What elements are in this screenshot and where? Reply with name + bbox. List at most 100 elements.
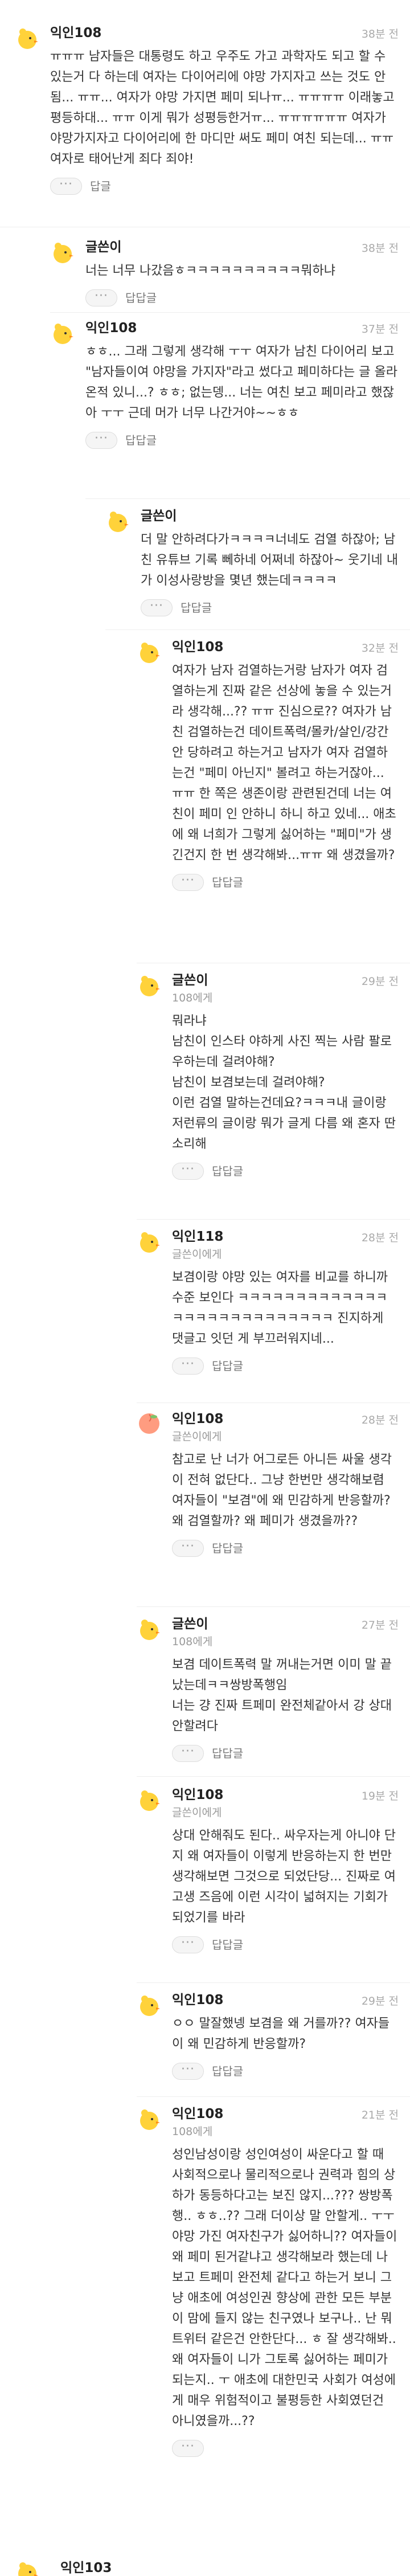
divider: [85, 498, 410, 499]
comment: 익인108 32분 전 여자가 남자 검열하는거랑 남자가 여자 검열하는게 진…: [137, 638, 399, 957]
comment-author[interactable]: 글쓴이: [85, 238, 399, 256]
comment: 익인108 28분 전 글쓴이에게 참고로 난 너가 어그로든 아니든 싸울 생…: [137, 1410, 399, 1604]
comment-thread: 익인108 38분 전 ㅠㅠㅠ 남자들은 대통령도 하고 우주도 가고 과학자도…: [0, 0, 410, 2576]
reply-button[interactable]: 답답글: [125, 289, 157, 306]
reply-button[interactable]: 답답글: [212, 1540, 243, 1557]
more-options-button[interactable]: ···: [85, 289, 117, 306]
comment-text: 더 말 안하려다가ㅋㅋㅋㅋ너네도 검열 하잖아; 남친 유튜브 기록 뻬하네 어…: [141, 533, 398, 588]
more-options-button[interactable]: ···: [172, 2063, 204, 2080]
more-options-button[interactable]: ···: [172, 874, 204, 891]
comment-author[interactable]: 글쓴이: [141, 507, 399, 525]
more-options-button[interactable]: ···: [172, 1745, 204, 1762]
avatar[interactable]: [137, 972, 162, 997]
comment-text: ㅠㅠㅠ 남자들은 대통령도 하고 우주도 가고 과학자도 되고 할 수 있는거 …: [50, 50, 395, 166]
chick-avatar-icon: [54, 243, 73, 263]
reply-button[interactable]: 답답글: [212, 1745, 243, 1762]
comment-time: 28분 전: [361, 1232, 399, 1244]
comment-time: 37분 전: [361, 323, 399, 336]
divider: [137, 1606, 410, 1607]
avatar[interactable]: [105, 508, 130, 533]
avatar[interactable]: [137, 1616, 162, 1641]
more-options-button[interactable]: ···: [141, 599, 173, 616]
chick-avatar-icon: [109, 512, 129, 532]
divider: [105, 629, 410, 630]
more-options-button[interactable]: ···: [172, 2440, 204, 2457]
reply-button[interactable]: 답답글: [125, 432, 157, 449]
comment: 익인108 29분 전 ㅇㅇ 말잘했넹 보겸을 왜 거를까?? 여자들이 왜 민…: [137, 1991, 399, 2099]
more-options-button[interactable]: ···: [50, 178, 82, 195]
comment-time: 19분 전: [361, 1790, 399, 1802]
divider: [137, 2096, 410, 2097]
avatar[interactable]: [137, 639, 162, 664]
comment-time: 27분 전: [361, 1619, 399, 1632]
comment: 글쓴이 더 말 안하려다가ㅋㅋㅋㅋ너네도 검열 하잖아; 남친 유튜브 기록 뻬…: [105, 507, 399, 641]
comment-time: 38분 전: [361, 242, 399, 255]
reply-button[interactable]: 답답글: [212, 1163, 243, 1180]
divider: [137, 1776, 410, 1777]
peach-avatar-icon: [139, 1413, 159, 1434]
avatar[interactable]: [50, 239, 75, 264]
chick-avatar-icon: [140, 2109, 160, 2130]
comment-text: 보겸이랑 야망 있는 여자를 비교를 하니까 수준 보인다 ㅋㅋㅋㅋㅋㅋㅋㅋㅋㅋ…: [172, 1270, 388, 1346]
comment-text: 보겸 데이트폭력 말 꺼내는거면 이미 말 끝났는데ㅋㅋ쌍방폭행임 너는 걍 진…: [172, 1658, 392, 1733]
comment-text: ㅇㅇ 말잘했넹 보겸을 왜 거를까?? 여자들이 왜 민감하게 반응할까?: [172, 2017, 390, 2051]
comment-text: 참고로 난 너가 어그로든 아니든 싸울 생각이 전혀 없단다.. 그냥 한번만…: [172, 1453, 392, 1528]
comment-text: 뭐라냐 남친이 인스타 야하게 사진 찍는 사람 팔로우하는데 걸려야해? 남친…: [172, 1014, 396, 1151]
comment: 익인118 28분 전 글쓴이에게 보겸이랑 야망 있는 여자를 비교를 하니까…: [137, 1228, 399, 1399]
comment-time: 29분 전: [361, 1995, 399, 2007]
reply-button[interactable]: 답답글: [212, 2063, 243, 2080]
comment-time: 32분 전: [361, 642, 399, 655]
comment: 글쓴이 38분 전 너는 너무 나갔음ㅎㅋㅋㅋㅋㅋㅋㅋㅋㅋㅋ뭐하냐 ··· 답답…: [50, 238, 399, 312]
reply-button[interactable]: 답글: [90, 178, 111, 195]
chick-avatar-icon: [54, 324, 73, 344]
more-options-button[interactable]: ···: [172, 1540, 204, 1557]
avatar[interactable]: [137, 1787, 162, 1812]
reply-to-label: 글쓴이에게: [172, 1248, 222, 1261]
reply-button[interactable]: 답답글: [212, 874, 243, 891]
comment-time: 21분 전: [361, 2109, 399, 2121]
chick-avatar-icon: [18, 28, 38, 49]
divider: [137, 1982, 410, 1983]
chick-avatar-icon: [140, 643, 160, 663]
avatar[interactable]: [137, 2106, 162, 2131]
comment-time: 29분 전: [361, 975, 399, 988]
more-options-button[interactable]: ···: [85, 432, 117, 449]
reply-button[interactable]: 답답글: [212, 1357, 243, 1375]
avatar[interactable]: [50, 320, 75, 345]
comment-text: 너는 너무 나갔음ㅎㅋㅋㅋㅋㅋㅋㅋㅋㅋㅋ뭐하냐: [85, 264, 336, 278]
chick-avatar-icon: [140, 1790, 160, 1811]
comment-author[interactable]: 익인103: [60, 2559, 399, 2576]
comment: 익인108 37분 전 ㅎㅎ... 그래 그렇게 생각해 ㅜㅜ 여자가 남친 다…: [50, 319, 399, 501]
comment: 익인108 21분 전 108에게 성인남성이랑 성인여성이 싸운다고 할 때 …: [137, 2105, 399, 2549]
comment-author[interactable]: 익인108: [85, 319, 399, 337]
comment-text: ㅎㅎ... 그래 그렇게 생각해 ㅜㅜ 여자가 남친 다이어리 보고 "남자들이…: [85, 345, 397, 420]
more-options-button[interactable]: ···: [172, 1936, 204, 1953]
comment: 익인108 19분 전 글쓴이에게 상대 안해줘도 된다.. 싸우자는게 아니야…: [137, 1786, 399, 1980]
comment-time: 38분 전: [361, 28, 399, 40]
reply-to-label: 108에게: [172, 1635, 213, 1648]
reply-to-label: 글쓴이에게: [172, 1806, 222, 1819]
avatar[interactable]: [137, 1992, 162, 2017]
avatar[interactable]: [137, 1411, 162, 1436]
reply-to-label: 글쓴이에게: [172, 1430, 222, 1443]
more-options-button[interactable]: ···: [172, 1357, 204, 1375]
avatar[interactable]: [15, 2559, 40, 2576]
comment: 글쓴이 27분 전 108에게 보겸 데이트폭력 말 꺼내는거면 이미 말 끝났…: [137, 1615, 399, 1774]
reply-to-label: 108에게: [172, 2125, 213, 2138]
comment-author[interactable]: 익인108: [50, 24, 399, 42]
chick-avatar-icon: [140, 1232, 160, 1253]
chick-avatar-icon: [18, 2562, 38, 2576]
comment: 익인108 38분 전 ㅠㅠㅠ 남자들은 대통령도 하고 우주도 가고 과학자도…: [15, 24, 399, 221]
divider: [50, 312, 410, 313]
reply-to-label: 108에게: [172, 992, 213, 1004]
chick-avatar-icon: [140, 1620, 160, 1640]
chick-avatar-icon: [140, 1996, 160, 2016]
avatar[interactable]: [137, 1229, 162, 1254]
comment: 글쓴이 29분 전 108에게 뭐라냐 남친이 인스타 야하게 사진 찍는 사람…: [137, 971, 399, 1199]
reply-button[interactable]: 답답글: [212, 1936, 243, 1953]
comment-text: 여자가 남자 검열하는거랑 남자가 여자 검열하는게 진짜 같은 선상에 놓을 …: [172, 664, 396, 862]
divider: [137, 1219, 410, 1220]
avatar[interactable]: [15, 25, 40, 50]
reply-button[interactable]: 답답글: [181, 599, 212, 616]
more-options-button[interactable]: ···: [172, 1163, 204, 1180]
